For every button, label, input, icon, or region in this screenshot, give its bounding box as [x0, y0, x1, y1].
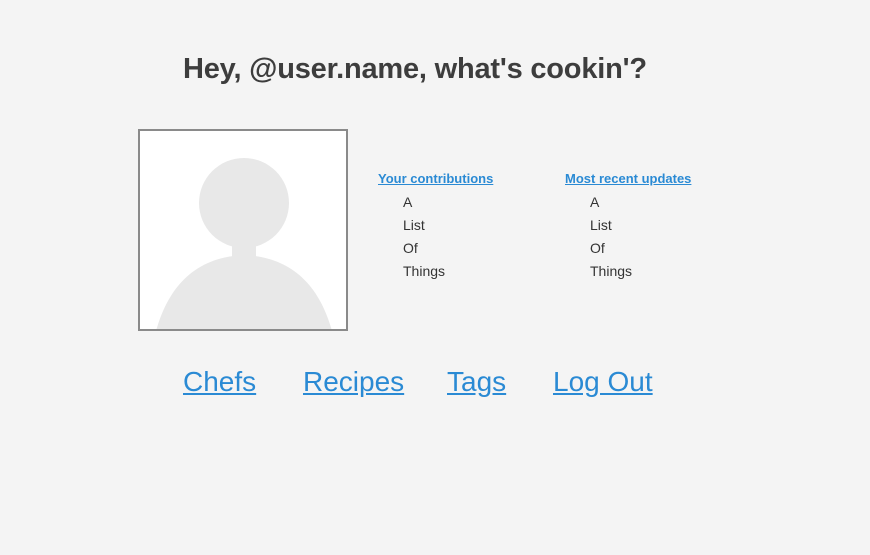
list-item: List — [403, 217, 425, 233]
list-item: A — [590, 194, 600, 210]
contributions-panel: Your contributions A List Of Things — [378, 171, 493, 283]
list-item: List — [590, 217, 612, 233]
most-recent-updates-link[interactable]: Most recent updates — [565, 171, 691, 186]
list-item: Things — [590, 263, 633, 279]
log-out-link[interactable]: Log Out — [553, 366, 653, 398]
chefs-link[interactable]: Chefs — [183, 366, 256, 398]
tags-link[interactable]: Tags — [447, 366, 506, 398]
list-item: Of — [590, 240, 605, 256]
avatar — [138, 129, 348, 331]
list-item: Things — [403, 263, 446, 279]
recent-updates-list: A List Of Things — [565, 191, 691, 283]
list-item: Of — [403, 240, 418, 256]
recent-updates-panel: Most recent updates A List Of Things — [565, 171, 691, 283]
page-title: Hey, @user.name, what's cookin'? — [183, 53, 647, 85]
person-silhouette-icon — [156, 158, 332, 329]
contributions-list: A List Of Things — [378, 191, 493, 283]
list-item: A — [403, 194, 413, 210]
your-contributions-link[interactable]: Your contributions — [378, 171, 493, 186]
recipes-link[interactable]: Recipes — [303, 366, 404, 398]
